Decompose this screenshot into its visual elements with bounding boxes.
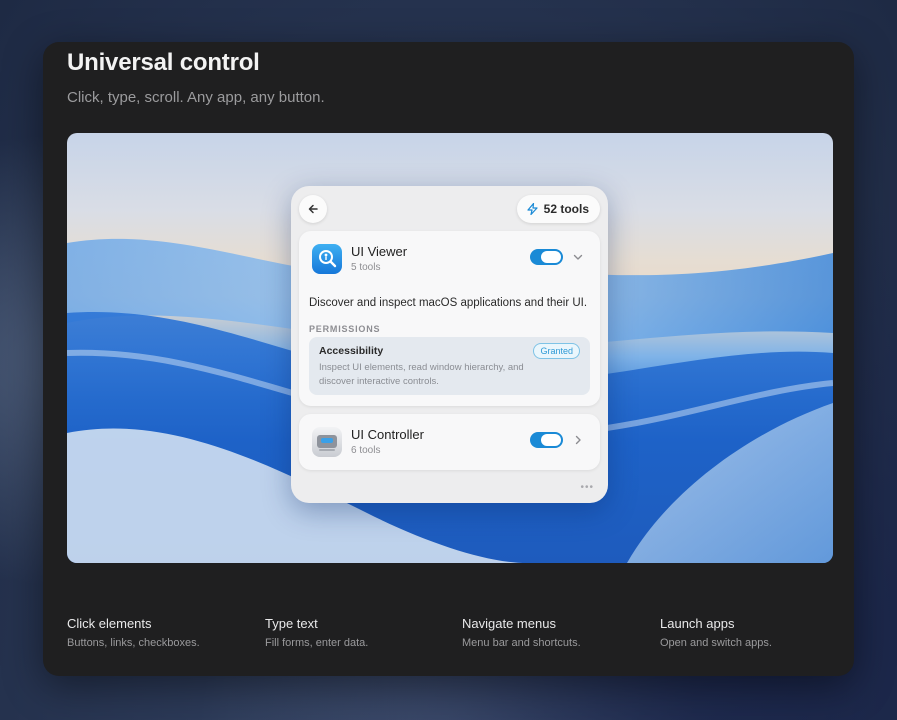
feature-item: Launch apps Open and switch apps.	[660, 616, 840, 649]
back-button[interactable]	[299, 195, 327, 223]
tool-count: 5 tools	[351, 262, 381, 273]
tool-card-ui-viewer[interactable]: UI Viewer 5 tools Discover and inspect m…	[299, 231, 600, 406]
tools-count-pill[interactable]: 52 tools	[516, 195, 600, 223]
feature-item: Click elements Buttons, links, checkboxe…	[67, 616, 247, 649]
tool-count: 6 tools	[351, 445, 381, 456]
feature-title: Launch apps	[660, 616, 735, 631]
feature-title: Type text	[265, 616, 318, 631]
enable-toggle[interactable]	[530, 249, 563, 265]
feature-subtitle: Open and switch apps.	[660, 637, 772, 649]
feature-title: Click elements	[67, 616, 152, 631]
status-badge: Granted	[533, 343, 580, 359]
controller-app-icon	[312, 427, 342, 457]
feature-title: Navigate menus	[462, 616, 556, 631]
tools-count-label: 52 tools	[543, 202, 589, 216]
chevron-right-icon[interactable]	[572, 434, 584, 446]
bolt-icon	[527, 203, 538, 215]
tool-name: UI Viewer	[351, 244, 408, 259]
permission-box: Accessibility Granted Inspect UI element…	[309, 337, 590, 395]
tool-card-ui-controller[interactable]: UI Controller 6 tools	[299, 414, 600, 470]
permissions-heading: PERMISSIONS	[309, 324, 381, 334]
tool-description: Discover and inspect macOS applications …	[309, 297, 588, 309]
card-title: Universal control	[67, 49, 260, 76]
feature-card: Universal control Click, type, scroll. A…	[43, 42, 854, 676]
chevron-down-icon[interactable]	[572, 251, 584, 263]
feature-list: Click elements Buttons, links, checkboxe…	[67, 616, 857, 656]
feature-subtitle: Fill forms, enter data.	[265, 637, 369, 649]
feature-item: Navigate menus Menu bar and shortcuts.	[462, 616, 642, 649]
feature-subtitle: Menu bar and shortcuts.	[462, 637, 581, 649]
wallpaper-preview: 52 tools UI Viewer 5 tools Discover and …	[67, 133, 833, 563]
feature-item: Type text Fill forms, enter data.	[265, 616, 445, 649]
permission-title: Accessibility	[319, 345, 384, 357]
permission-text: Inspect UI elements, read window hierarc…	[319, 362, 524, 387]
tool-name: UI Controller	[351, 427, 424, 442]
card-subtitle: Click, type, scroll. Any app, any button…	[67, 89, 325, 106]
tools-panel: 52 tools UI Viewer 5 tools Discover and …	[291, 186, 608, 503]
arrow-left-icon	[308, 204, 318, 214]
feature-subtitle: Buttons, links, checkboxes.	[67, 637, 200, 649]
more-icon[interactable]: •••	[580, 482, 594, 493]
magnifier-app-icon	[312, 244, 342, 274]
enable-toggle[interactable]	[530, 432, 563, 448]
